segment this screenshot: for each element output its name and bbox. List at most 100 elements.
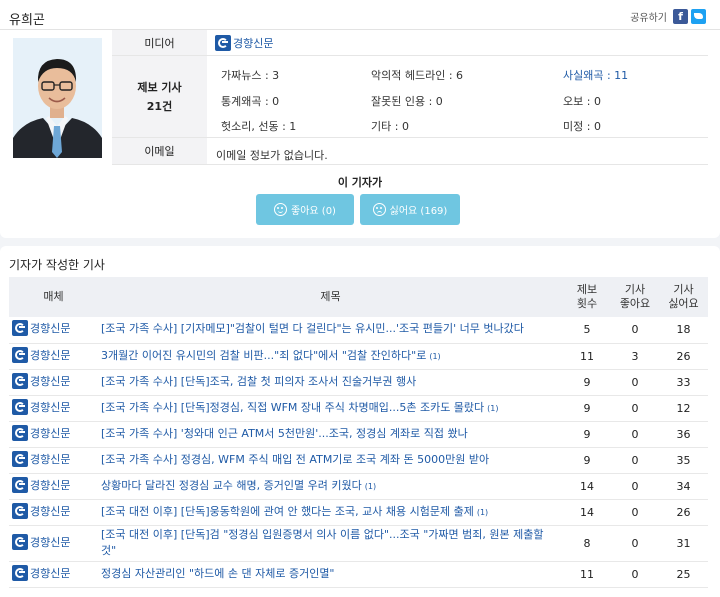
row-media-name[interactable]: 경향신문 — [30, 373, 70, 389]
row-title-cell[interactable]: [조국 가족 수사] [단독]정경심, 직접 WFM 장내 주식 차명매입...… — [98, 395, 563, 422]
col-dislikes-l2: 싫어요 — [668, 297, 699, 310]
stat-distortion[interactable]: 사실왜곡 : 11 — [563, 67, 628, 83]
row-title-link[interactable]: 3개월간 이어진 유시민의 검찰 비판..."죄 없다"에서 "검찰 잔인하다"… — [101, 349, 426, 362]
share-area: 공유하기 f — [630, 9, 706, 24]
row-media[interactable]: 경향신문 — [9, 395, 98, 422]
kyunghyang-logo-icon — [12, 372, 28, 389]
row-dislikes: 12 — [659, 395, 708, 422]
table-row[interactable]: 경향신문 [조국 가족 수사] [단독]조국, 검찰 첫 피의자 조사서 진술거부… — [9, 369, 708, 396]
table-row[interactable]: 경향신문 [조국 가족 수사] [단독]정경심, 직접 WFM 장내 주식 차명매… — [9, 395, 708, 422]
frown-icon — [372, 203, 386, 216]
row-likes: 0 — [611, 317, 659, 344]
kyunghyang-logo-icon — [215, 35, 231, 51]
row-media-name[interactable]: 경향신문 — [30, 503, 70, 519]
kyunghyang-logo-icon — [12, 320, 28, 337]
table-row[interactable]: 경향신문 상황마다 달라진 정경심 교수 해명, 증거인멸 우려 키웠다 (1) 14… — [9, 473, 708, 500]
row-media[interactable]: 경향신문 — [9, 421, 98, 448]
row-title-link[interactable]: [조국 가족 수사] 정경심, WFM 주식 매입 전 ATM기로 조국 계좌 … — [101, 453, 489, 466]
col-reports-header: 제보 횟수 — [563, 277, 611, 317]
col-media-header: 매체 — [43, 290, 64, 303]
col-likes-l2: 좋아요 — [619, 297, 651, 310]
row-title-link[interactable]: [조국 가족 수사] [단독]조국, 검찰 첫 피의자 조사서 진술거부권 행사 — [101, 375, 416, 388]
row-title-link[interactable]: [조국 가족 수사] '청와대 인근 ATM서 5천만원'...조국, 정경심 … — [101, 427, 468, 440]
row-media-name[interactable]: 경향신문 — [30, 477, 70, 493]
row-reports: 11 — [563, 343, 611, 370]
table-row[interactable]: 경향신문 [조국 대전 이후] [단독]검 "정경심 입원증명서 의사 이름 없다… — [9, 525, 708, 562]
row-title-cell[interactable]: 상황마다 달라진 정경심 교수 해명, 증거인멸 우려 키웠다 (1) — [98, 473, 563, 500]
row-title-cell[interactable]: [조국 대전 이후] [단독]웅동학원에 관여 안 했다는 조국, 교사 채용 … — [98, 499, 563, 526]
row-likes: 0 — [611, 473, 659, 500]
col-reports-l1: 제보 — [576, 283, 598, 296]
row-likes: 0 — [611, 395, 659, 422]
row-media-name[interactable]: 경향신문 — [30, 565, 70, 581]
row-media[interactable]: 경향신문 — [9, 343, 98, 370]
row-media-name[interactable]: 경향신문 — [30, 320, 70, 336]
row-title-link[interactable]: [조국 대전 이후] [단독]웅동학원에 관여 안 했다는 조국, 교사 채용 … — [101, 505, 474, 518]
stat-nonsense: 헛소리, 선동 : 1 — [221, 120, 297, 133]
row-title-cell[interactable]: [조국 대전 이후] [단독]검 "정경심 입원증명서 의사 이름 없다"...… — [98, 525, 563, 562]
kyunghyang-logo-icon — [12, 564, 28, 581]
row-title-cell[interactable]: [조국 가족 수사] [단독]조국, 검찰 첫 피의자 조사서 진술거부권 행사 — [98, 369, 563, 396]
row-title-link[interactable]: [조국 대전 이후] [단독]검 "정경심 입원증명서 의사 이름 없다"...… — [101, 528, 544, 557]
row-title-cell[interactable]: 정경심 자산관리인 "하드에 손 댄 자체로 증거인멸" — [98, 561, 563, 588]
row-reports: 11 — [563, 561, 611, 588]
row-title-cell[interactable]: [조국 가족 수사] [기자메모]"검찰이 털면 다 걸린다"는 유시민...'… — [98, 317, 563, 344]
row-media[interactable]: 경향신문 — [9, 499, 98, 526]
stat-stat-distortion: 통계왜곡 : 0 — [221, 95, 280, 108]
row-media-name[interactable]: 경향신문 — [30, 399, 70, 415]
reporter-photo — [13, 38, 102, 158]
col-dislikes-l1: 기사 — [673, 283, 694, 296]
row-likes: 3 — [611, 343, 659, 370]
row-title-cell[interactable]: [조국 가족 수사] 정경심, WFM 주식 매입 전 ATM기로 조국 계좌 … — [98, 447, 563, 474]
stat-etc: 기타 : 0 — [371, 120, 409, 133]
stat-misquote: 잘못된 인용 : 0 — [371, 95, 443, 108]
col-title-header: 제목 — [320, 290, 341, 303]
row-reports: 9 — [563, 369, 611, 396]
table-row[interactable]: 경향신문 [조국 대전 이후] [단독]웅동학원에 관여 안 했다는 조국, 교사… — [9, 499, 708, 526]
kyunghyang-logo-icon — [12, 476, 28, 493]
row-media-name[interactable]: 경향신문 — [30, 347, 70, 363]
table-row[interactable]: 경향신문 3개월간 이어진 유시민의 검찰 비판..."죄 없다"에서 "검찰 잔… — [9, 343, 708, 370]
row-reports: 9 — [563, 447, 611, 474]
row-title-cell[interactable]: [조국 가족 수사] '청와대 인근 ATM서 5천만원'...조국, 정경심 … — [98, 421, 563, 448]
media-link[interactable]: 경향신문 — [215, 35, 273, 51]
like-button[interactable]: 좋아요 (0) — [256, 194, 354, 225]
twitter-share-icon[interactable] — [691, 9, 706, 24]
share-label: 공유하기 — [630, 13, 667, 24]
row-dislikes: 35 — [659, 447, 708, 474]
kyunghyang-logo-icon — [12, 533, 28, 550]
dislike-button[interactable]: 싫어요 (169) — [360, 194, 460, 225]
table-row[interactable]: 경향신문 정경심 자산관리인 "하드에 손 댄 자체로 증거인멸" 11 0 25 — [9, 561, 708, 588]
row-media[interactable]: 경향신문 — [9, 447, 98, 474]
row-title-link[interactable]: [조국 가족 수사] [단독]정경심, 직접 WFM 장내 주식 차명매입...… — [101, 401, 484, 414]
row-likes: 0 — [611, 421, 659, 448]
row-title-link[interactable]: 정경심 자산관리인 "하드에 손 댄 자체로 증거인멸" — [101, 567, 335, 580]
table-row[interactable]: 경향신문 [조국 가족 수사] 정경심, WFM 주식 매입 전 ATM기로 조국… — [9, 447, 708, 474]
row-reports: 14 — [563, 499, 611, 526]
stat-undecided: 미정 : 0 — [563, 120, 601, 133]
row-media[interactable]: 경향신문 — [9, 369, 98, 396]
media-name[interactable]: 경향신문 — [233, 35, 273, 51]
report-label: 제보 기사 21건 — [112, 56, 207, 137]
row-media[interactable]: 경향신문 — [9, 317, 98, 344]
row-title-link[interactable]: [조국 가족 수사] [기자메모]"검찰이 털면 다 걸린다"는 유시민...'… — [101, 322, 524, 335]
report-label-text: 제보 기사 — [137, 81, 182, 94]
row-media[interactable]: 경향신문 — [9, 561, 98, 588]
row-media[interactable]: 경향신문 — [9, 525, 98, 562]
row-dislikes: 31 — [659, 525, 708, 562]
row-reports: 9 — [563, 421, 611, 448]
kyunghyang-logo-icon — [12, 502, 28, 519]
table-row[interactable]: 경향신문 [조국 가족 수사] '청와대 인근 ATM서 5천만원'...조국, … — [9, 421, 708, 448]
row-media-name[interactable]: 경향신문 — [30, 451, 70, 467]
row-dislikes: 26 — [659, 499, 708, 526]
row-media[interactable]: 경향신문 — [9, 473, 98, 500]
facebook-share-icon[interactable]: f — [673, 9, 688, 24]
header-divider — [0, 29, 720, 30]
row-media-name[interactable]: 경향신문 — [30, 534, 70, 550]
col-likes-header: 기사 좋아요 — [611, 277, 659, 317]
row-title-cell[interactable]: 3개월간 이어진 유시민의 검찰 비판..."죄 없다"에서 "검찰 잔인하다"… — [98, 343, 563, 370]
row-title-link[interactable]: 상황마다 달라진 정경심 교수 해명, 증거인멸 우려 키웠다 — [101, 479, 362, 492]
stat-fake-news: 가짜뉴스 : 3 — [221, 69, 280, 82]
table-row[interactable]: 경향신문 [조국 가족 수사] [기자메모]"검찰이 털면 다 걸린다"는 유시민… — [9, 317, 708, 344]
row-media-name[interactable]: 경향신문 — [30, 425, 70, 441]
